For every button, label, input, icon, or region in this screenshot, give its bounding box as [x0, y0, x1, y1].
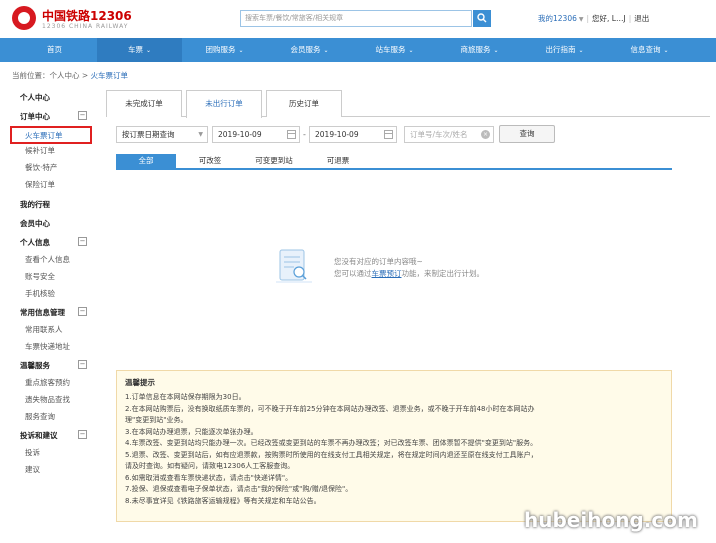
chevron-down-icon: ⌄	[493, 47, 499, 54]
tab-history-orders[interactable]: 历史订单	[266, 90, 342, 117]
collapse-icon[interactable]: −	[78, 360, 87, 369]
sidebar-item-lost-found[interactable]: 遗失物品查找	[25, 394, 70, 405]
empty-message: 您没有对应的订单内容哦~	[334, 257, 423, 266]
main-panel: 未完成订单 未出行订单 历史订单 按订票日期查询 ▼ 2019-10-09 - 2…	[106, 88, 710, 543]
calendar-icon	[287, 130, 296, 139]
tip-line: 1.订单信息在本网站保存期限为30日。	[125, 393, 246, 401]
sidebar-item-contacts[interactable]: 常用联系人	[25, 324, 63, 335]
tip-line: 4.车票改签、变更到站均只能办理一次。已经改签或变更到站的车票不再办理改签；对已…	[125, 439, 538, 447]
sidebar-warm-service[interactable]: 温馨服务	[20, 360, 50, 371]
query-button[interactable]: 查询	[499, 125, 555, 143]
sidebar-item-train-orders[interactable]: 火车票订单	[10, 126, 92, 144]
subtab-change-destination[interactable]: 可变更到站	[244, 154, 304, 168]
date-range-dash: -	[303, 130, 306, 139]
empty-document-icon	[276, 249, 312, 283]
tip-line: 8.未尽事宜详见《铁路旅客运输规程》等有关规定和车站公告。	[125, 496, 321, 505]
logo-subtitle: 12306 CHINA RAILWAY	[42, 23, 129, 30]
sidebar: 个人中心 订单中心 − 火车票订单 候补订单 餐饮·特产 保险订单 我的行程 会…	[0, 88, 100, 543]
sidebar-item-complaint[interactable]: 投诉	[25, 447, 40, 458]
sidebar-item-phone-verify[interactable]: 手机核验	[25, 288, 55, 299]
clear-icon[interactable]: ×	[481, 130, 490, 139]
sidebar-item-priority-booking[interactable]: 重点旅客预约	[25, 377, 70, 388]
search-icon	[477, 13, 487, 23]
tip-line: 理"变更到站"业务。	[125, 416, 188, 424]
tip-line: 请及时查询。如有疑问，请致电12306人工客服查询。	[125, 462, 295, 470]
collapse-icon[interactable]: −	[78, 111, 87, 120]
my-12306-link[interactable]: 我的12306	[538, 14, 577, 23]
ticket-booking-link[interactable]: 车票预订	[372, 269, 402, 278]
tip-line: 3.在本网站办理退票，只能逐次单张办理。	[125, 427, 258, 436]
sidebar-order-center[interactable]: 订单中心	[20, 111, 50, 122]
sidebar-item-account-security[interactable]: 账号安全	[25, 271, 55, 282]
breadcrumb: 当前位置：个人中心 > 火车票订单	[12, 71, 129, 80]
calendar-icon	[384, 130, 393, 139]
sidebar-item-delivery-address[interactable]: 车票快递地址	[25, 341, 70, 352]
nav-group-service[interactable]: 团购服务 ⌄	[182, 38, 267, 62]
site-search-input[interactable]: 搜索车票/餐饮/常旅客/相关规章	[240, 10, 472, 27]
sidebar-item-catering[interactable]: 餐饮·特产	[25, 162, 57, 173]
nav-home[interactable]: 首页	[12, 38, 97, 62]
nav-member-service[interactable]: 会员服务 ⌄	[267, 38, 352, 62]
warm-tips-panel: 温馨提示 1.订单信息在本网站保存期限为30日。 2.在本网站购票后，没有换取纸…	[116, 370, 672, 522]
sidebar-member-center[interactable]: 会员中心	[20, 218, 50, 229]
watermark: hubeihong.com	[524, 508, 698, 532]
sidebar-common-info[interactable]: 常用信息管理	[20, 307, 65, 318]
top-header: 中国铁路12306 12306 CHINA RAILWAY 搜索车票/餐饮/常旅…	[0, 0, 716, 38]
breadcrumb-current[interactable]: 火车票订单	[91, 71, 129, 80]
chevron-down-icon: ⌄	[408, 47, 414, 54]
chevron-down-icon: ⌄	[323, 47, 329, 54]
sidebar-personal-info[interactable]: 个人信息	[20, 237, 50, 248]
tip-line: 2.在本网站购票后，没有换取纸质车票的，可不晚于开车前25分钟在本网站办理改签、…	[125, 404, 535, 413]
search-button[interactable]	[473, 10, 491, 27]
nav-station-service[interactable]: 站车服务 ⌄	[352, 38, 437, 62]
logout-link[interactable]: 退出	[634, 14, 649, 23]
collapse-icon[interactable]: −	[78, 307, 87, 316]
tab-unfinished-orders[interactable]: 未完成订单	[106, 90, 182, 117]
tab-upcoming-orders[interactable]: 未出行订单	[186, 90, 262, 118]
subtab-changeable[interactable]: 可改签	[180, 154, 240, 168]
tip-line: 5.退票、改签、变更到站后，如有应退票款，按购票时所使用的在线支付工具相关规定，…	[125, 450, 538, 459]
tips-title: 温馨提示	[125, 378, 155, 387]
chevron-down-icon: ⌄	[663, 47, 669, 54]
sidebar-item-view-info[interactable]: 查看个人信息	[25, 254, 70, 265]
nav-info-query[interactable]: 信息查询 ⌄	[607, 38, 692, 62]
collapse-icon[interactable]: −	[78, 430, 87, 439]
order-search-input[interactable]: 订单号/车次/姓名 ×	[404, 126, 494, 143]
greeting: 您好, L…J	[592, 14, 626, 23]
query-type-select[interactable]: 按订票日期查询 ▼	[116, 126, 208, 143]
start-date-input[interactable]: 2019-10-09	[212, 126, 300, 143]
order-filter-subtabs: 全部 可改签 可变更到站 可退票	[116, 154, 672, 170]
nav-tickets[interactable]: 车票 ⌄	[97, 38, 182, 62]
chevron-down-icon: ⌄	[238, 47, 244, 54]
chevron-down-icon: ⌄	[578, 47, 584, 54]
tip-line: 6.如需取消或查看车票快递状态，请点击"快递详情"。	[125, 473, 293, 482]
sidebar-item-insurance-orders[interactable]: 保险订单	[25, 179, 55, 190]
end-date-input[interactable]: 2019-10-09	[309, 126, 397, 143]
nav-travel-guide[interactable]: 出行指南 ⌄	[522, 38, 607, 62]
chevron-down-icon: ⌄	[145, 47, 152, 54]
chevron-down-icon: ▼	[578, 16, 584, 23]
railway-logo-icon	[12, 6, 36, 30]
subtab-refundable[interactable]: 可退票	[308, 154, 368, 168]
tip-line: 7.投保、退保或查看电子保单状态，请点击"我的保险"或"购/赠/退保险"。	[125, 485, 353, 493]
sidebar-item-waitlist-orders[interactable]: 候补订单	[25, 145, 55, 156]
main-nav: 首页 车票 ⌄ 团购服务 ⌄ 会员服务 ⌄ 站车服务 ⌄ 商旅服务 ⌄ 出行指南 ⌄ 信息查…	[0, 38, 716, 62]
sidebar-my-trips[interactable]: 我的行程	[20, 199, 50, 210]
subtab-all[interactable]: 全部	[116, 154, 176, 168]
logo[interactable]: 中国铁路12306 12306 CHINA RAILWAY	[12, 5, 142, 33]
nav-business-service[interactable]: 商旅服务 ⌄	[437, 38, 522, 62]
sidebar-personal-center[interactable]: 个人中心	[20, 92, 50, 103]
chevron-down-icon: ▼	[198, 131, 203, 138]
user-bar: 我的12306 ▼ | 您好, L…J | 退出	[538, 14, 650, 23]
sidebar-item-service-query[interactable]: 服务查询	[25, 411, 55, 422]
logo-title: 中国铁路12306	[42, 9, 132, 23]
sidebar-item-suggestion[interactable]: 建议	[25, 464, 40, 475]
collapse-icon[interactable]: −	[78, 237, 87, 246]
sidebar-complaints[interactable]: 投诉和建议	[20, 430, 58, 441]
empty-hint: 您可以通过车票预订功能，来制定出行计划。	[334, 269, 484, 278]
